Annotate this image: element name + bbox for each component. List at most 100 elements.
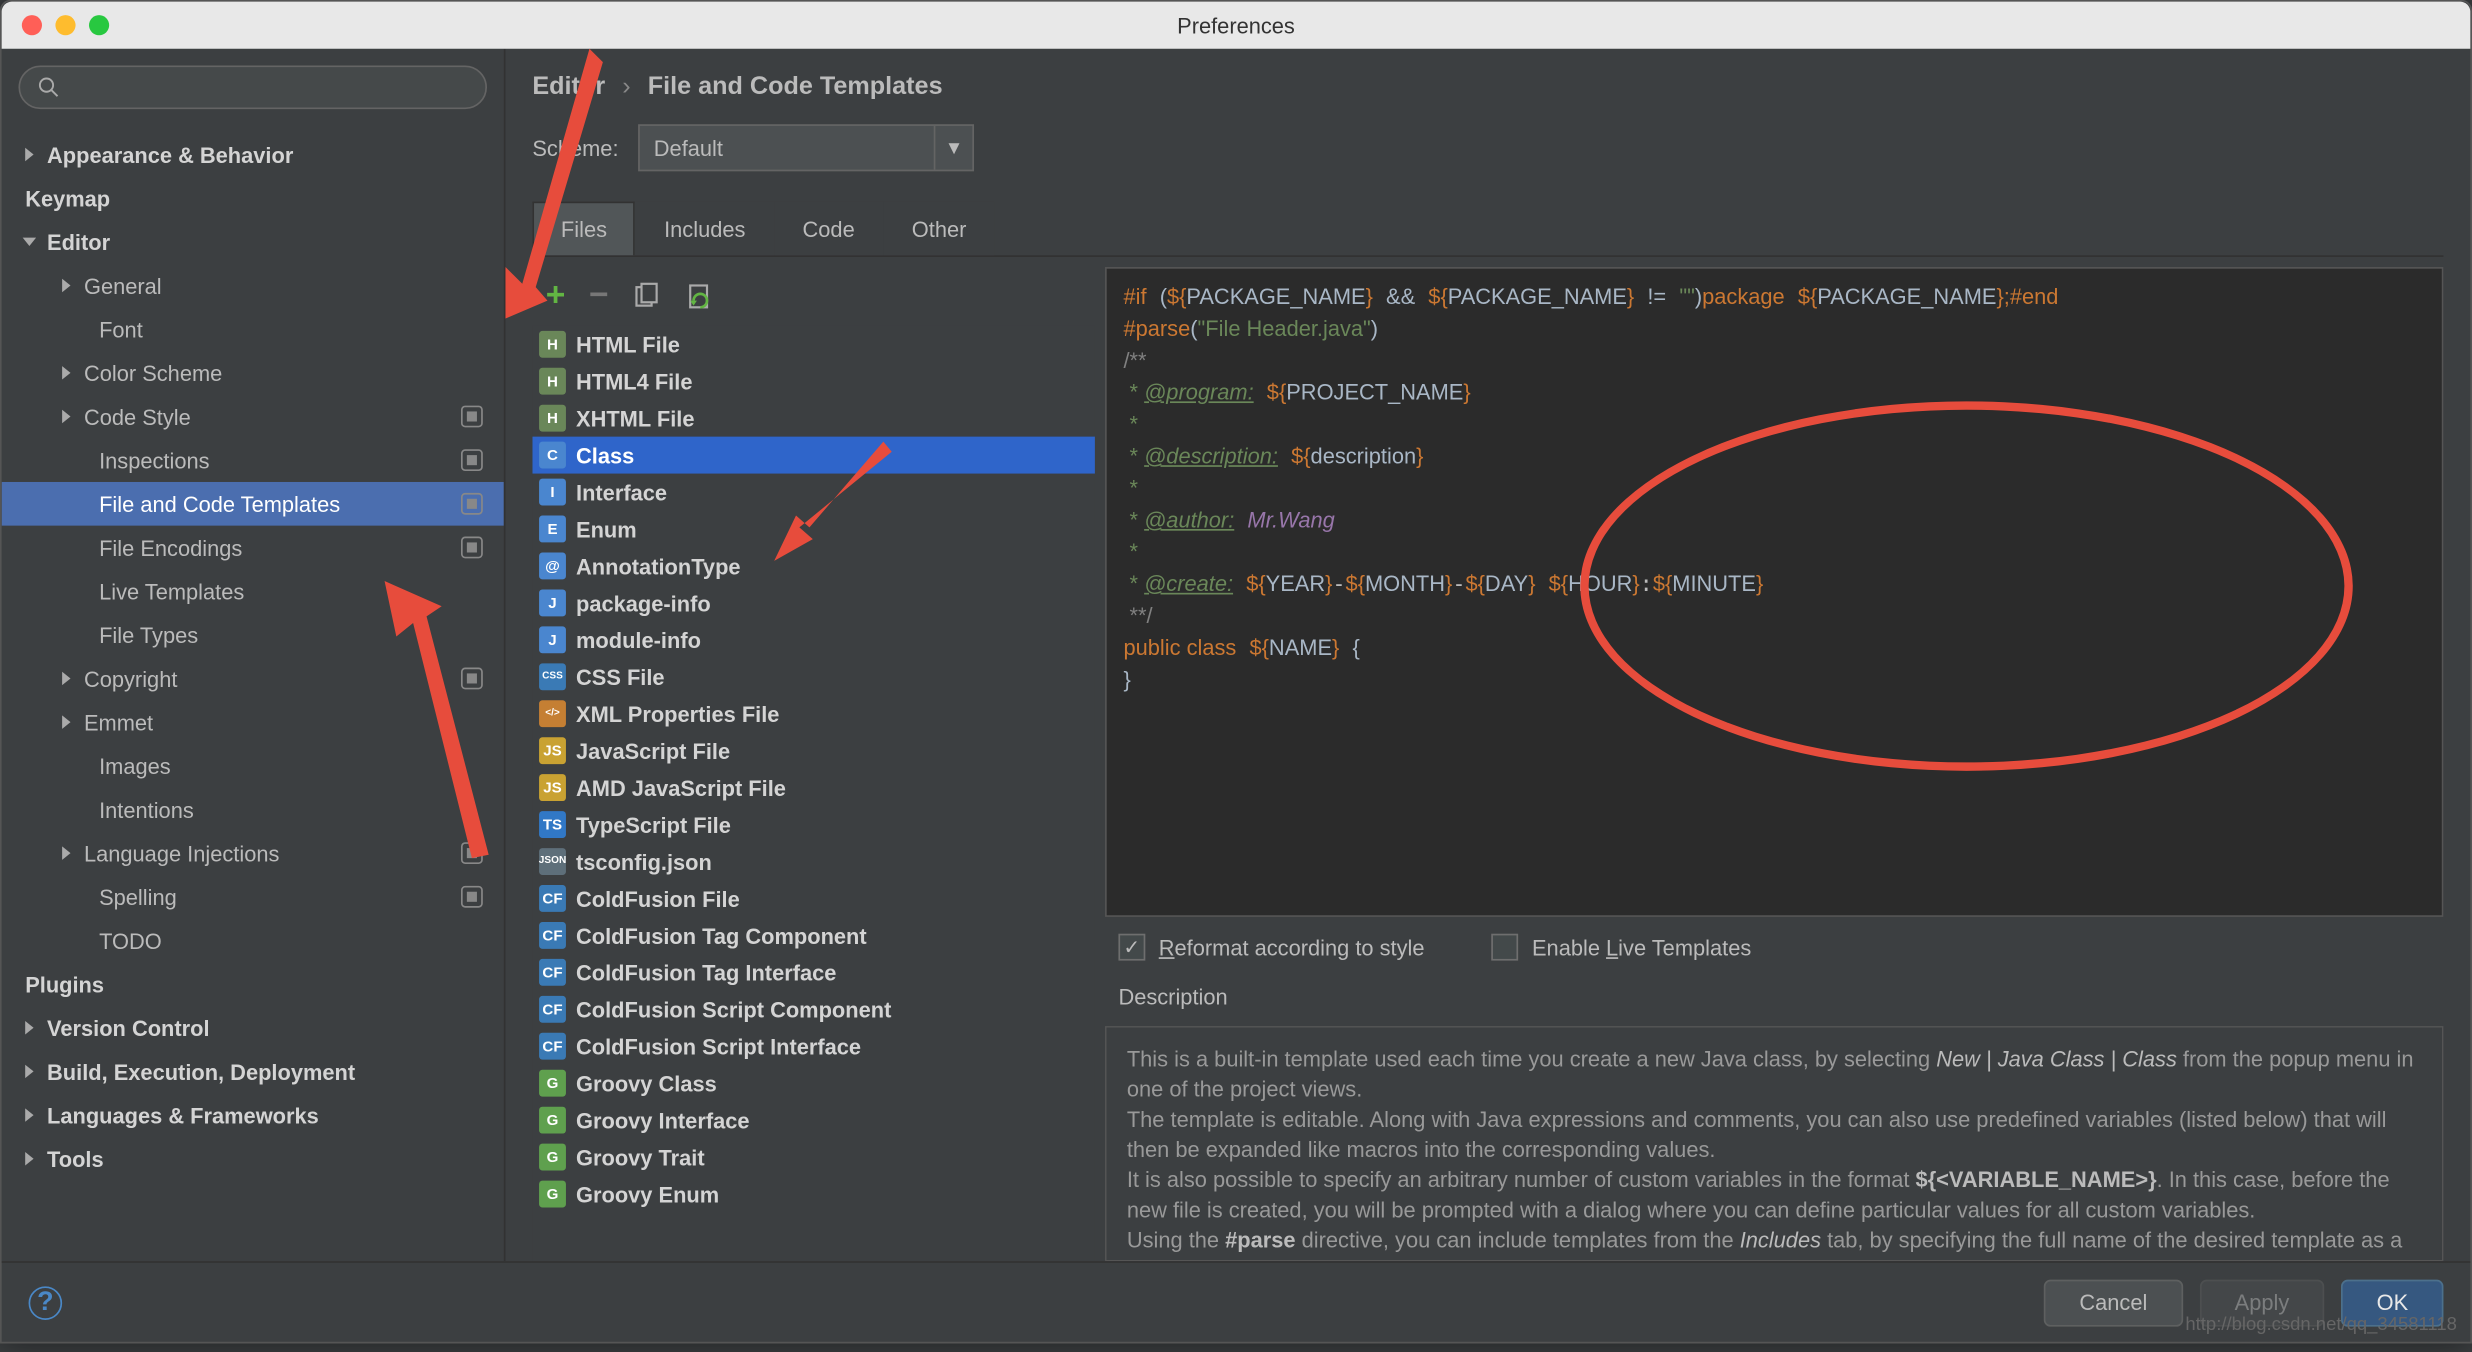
project-badge-icon (460, 448, 484, 472)
template-enum[interactable]: EEnum (532, 511, 1095, 548)
sidebar-item-intentions[interactable]: Intentions (2, 788, 504, 832)
sidebar-item-label: File Types (99, 622, 198, 647)
sidebar-item-copyright[interactable]: Copyright (2, 657, 504, 701)
expand-arrow-icon (62, 846, 70, 859)
help-button[interactable]: ? (29, 1286, 63, 1320)
sidebar-item-languages-frameworks[interactable]: Languages & Frameworks (2, 1093, 504, 1137)
sidebar-item-spelling[interactable]: Spelling (2, 875, 504, 919)
sidebar-item-file-encodings[interactable]: File Encodings (2, 526, 504, 570)
template-interface[interactable]: IInterface (532, 474, 1095, 511)
template-typescript-file[interactable]: TSTypeScript File (532, 806, 1095, 843)
search-box[interactable] (18, 65, 487, 109)
sidebar-item-label: Language Injections (84, 841, 279, 866)
file-type-icon: G (539, 1107, 566, 1134)
enable-live-templates-checkbox[interactable]: Enable Live Templates (1492, 934, 1752, 961)
sidebar-item-label: Code Style (84, 404, 191, 429)
tab-files[interactable]: Files (532, 202, 635, 256)
template-coldfusion-script-component[interactable]: CFColdFusion Script Component (532, 991, 1095, 1028)
watermark: http://blog.csdn.net/qq_34581118 (2185, 1315, 2457, 1335)
search-icon (37, 76, 61, 100)
sidebar-item-editor[interactable]: Editor (2, 220, 504, 264)
add-template-button[interactable]: + (546, 277, 566, 316)
sidebar-item-file-and-code-templates[interactable]: File and Code Templates (2, 482, 504, 526)
template-javascript-file[interactable]: JSJavaScript File (532, 732, 1095, 769)
file-type-icon: G (539, 1144, 566, 1171)
file-type-icon: I (539, 479, 566, 506)
sidebar-item-label: File Encodings (99, 535, 242, 560)
template-class[interactable]: CClass (532, 437, 1095, 474)
sidebar-item-color-scheme[interactable]: Color Scheme (2, 351, 504, 395)
reset-template-button[interactable] (686, 281, 716, 311)
template-label: Groovy Interface (576, 1108, 750, 1133)
template-groovy-enum[interactable]: GGroovy Enum (532, 1176, 1095, 1213)
cancel-button[interactable]: Cancel (2044, 1279, 2182, 1326)
description-label: Description (1105, 977, 2443, 1016)
sidebar-item-file-types[interactable]: File Types (2, 613, 504, 657)
sidebar-item-version-control[interactable]: Version Control (2, 1006, 504, 1050)
checkbox-icon (1118, 934, 1145, 961)
template-label: Groovy Trait (576, 1144, 705, 1169)
expand-arrow-icon (62, 366, 70, 379)
sidebar-item-images[interactable]: Images (2, 744, 504, 788)
sidebar-item-appearance-behavior[interactable]: Appearance & Behavior (2, 133, 504, 177)
sidebar-item-keymap[interactable]: Keymap (2, 176, 504, 220)
sidebar-item-font[interactable]: Font (2, 307, 504, 351)
sidebar-item-emmet[interactable]: Emmet (2, 700, 504, 744)
template-css-file[interactable]: CSSCSS File (532, 658, 1095, 695)
sidebar-item-build-execution-deployment[interactable]: Build, Execution, Deployment (2, 1050, 504, 1094)
template-tsconfig-json[interactable]: JSONtsconfig.json (532, 843, 1095, 880)
template-module-info[interactable]: Jmodule-info (532, 621, 1095, 658)
project-badge-icon (460, 841, 484, 865)
sidebar-item-label: File and Code Templates (99, 491, 340, 516)
template-package-info[interactable]: Jpackage-info (532, 584, 1095, 621)
template-html-file[interactable]: HHTML File (532, 326, 1095, 363)
tab-other[interactable]: Other (883, 202, 995, 256)
sidebar-item-label: Languages & Frameworks (47, 1102, 319, 1127)
template-coldfusion-tag-interface[interactable]: CFColdFusion Tag Interface (532, 954, 1095, 991)
sidebar-item-tools[interactable]: Tools (2, 1137, 504, 1181)
dropdown-arrow-icon: ▾ (933, 126, 959, 170)
template-groovy-interface[interactable]: G Groovy Interface (532, 1102, 1095, 1139)
remove-template-button[interactable]: − (589, 277, 609, 316)
tab-includes[interactable]: Includes (636, 202, 774, 256)
template-xhtml-file[interactable]: HXHTML File (532, 400, 1095, 437)
reformat-checkbox[interactable]: RReformat according to styleeformat acco… (1118, 934, 1424, 961)
tab-code[interactable]: Code (774, 202, 883, 256)
breadcrumb-separator: › (622, 72, 630, 101)
breadcrumb-parent[interactable]: Editor (532, 72, 605, 101)
template-xml-properties-file[interactable]: </>XML Properties File (532, 695, 1095, 732)
template-coldfusion-script-interface[interactable]: CFColdFusion Script Interface (532, 1028, 1095, 1065)
template-groovy-trait[interactable]: G Groovy Trait (532, 1139, 1095, 1176)
template-editor[interactable]: #if (${PACKAGE_NAME} && ${PACKAGE_NAME} … (1105, 267, 2443, 917)
sidebar-item-live-templates[interactable]: Live Templates (2, 569, 504, 613)
footer: ? Cancel Apply OK (2, 1261, 2471, 1342)
file-type-icon: CF (539, 1033, 566, 1060)
template-annotationtype[interactable]: @AnnotationType (532, 547, 1095, 584)
sidebar-item-language-injections[interactable]: Language Injections (2, 831, 504, 875)
expand-arrow-icon (62, 279, 70, 292)
template-label: XHTML File (576, 406, 694, 431)
expand-arrow-icon (25, 1108, 33, 1121)
template-amd-javascript-file[interactable]: JSAMD JavaScript File (532, 769, 1095, 806)
sidebar-item-code-style[interactable]: Code Style (2, 395, 504, 439)
sidebar-item-todo[interactable]: TODO (2, 919, 504, 963)
template-label: Groovy Class (576, 1071, 717, 1096)
file-type-icon: @ (539, 553, 566, 580)
template-label: tsconfig.json (576, 849, 712, 874)
template-label: HTML File (576, 332, 680, 357)
template-coldfusion-tag-component[interactable]: CFColdFusion Tag Component (532, 917, 1095, 954)
sidebar-item-label: Keymap (25, 186, 110, 211)
template-html4-file[interactable]: HHTML4 File (532, 363, 1095, 400)
expand-arrow-icon (23, 238, 36, 246)
expand-arrow-icon (62, 715, 70, 728)
sidebar-item-general[interactable]: General (2, 264, 504, 308)
sidebar-item-label: Font (99, 317, 143, 342)
template-coldfusion-file[interactable]: CFColdFusion File (532, 880, 1095, 917)
scheme-select[interactable]: Default ▾ (639, 124, 975, 171)
sidebar-item-inspections[interactable]: Inspections (2, 438, 504, 482)
search-input[interactable] (71, 75, 469, 100)
template-groovy-class[interactable]: GGroovy Class (532, 1065, 1095, 1102)
template-list: HHTML FileHHTML4 FileHXHTML FileCClassII… (532, 326, 1095, 1261)
copy-template-button[interactable] (632, 281, 662, 311)
sidebar-item-plugins[interactable]: Plugins (2, 962, 504, 1006)
